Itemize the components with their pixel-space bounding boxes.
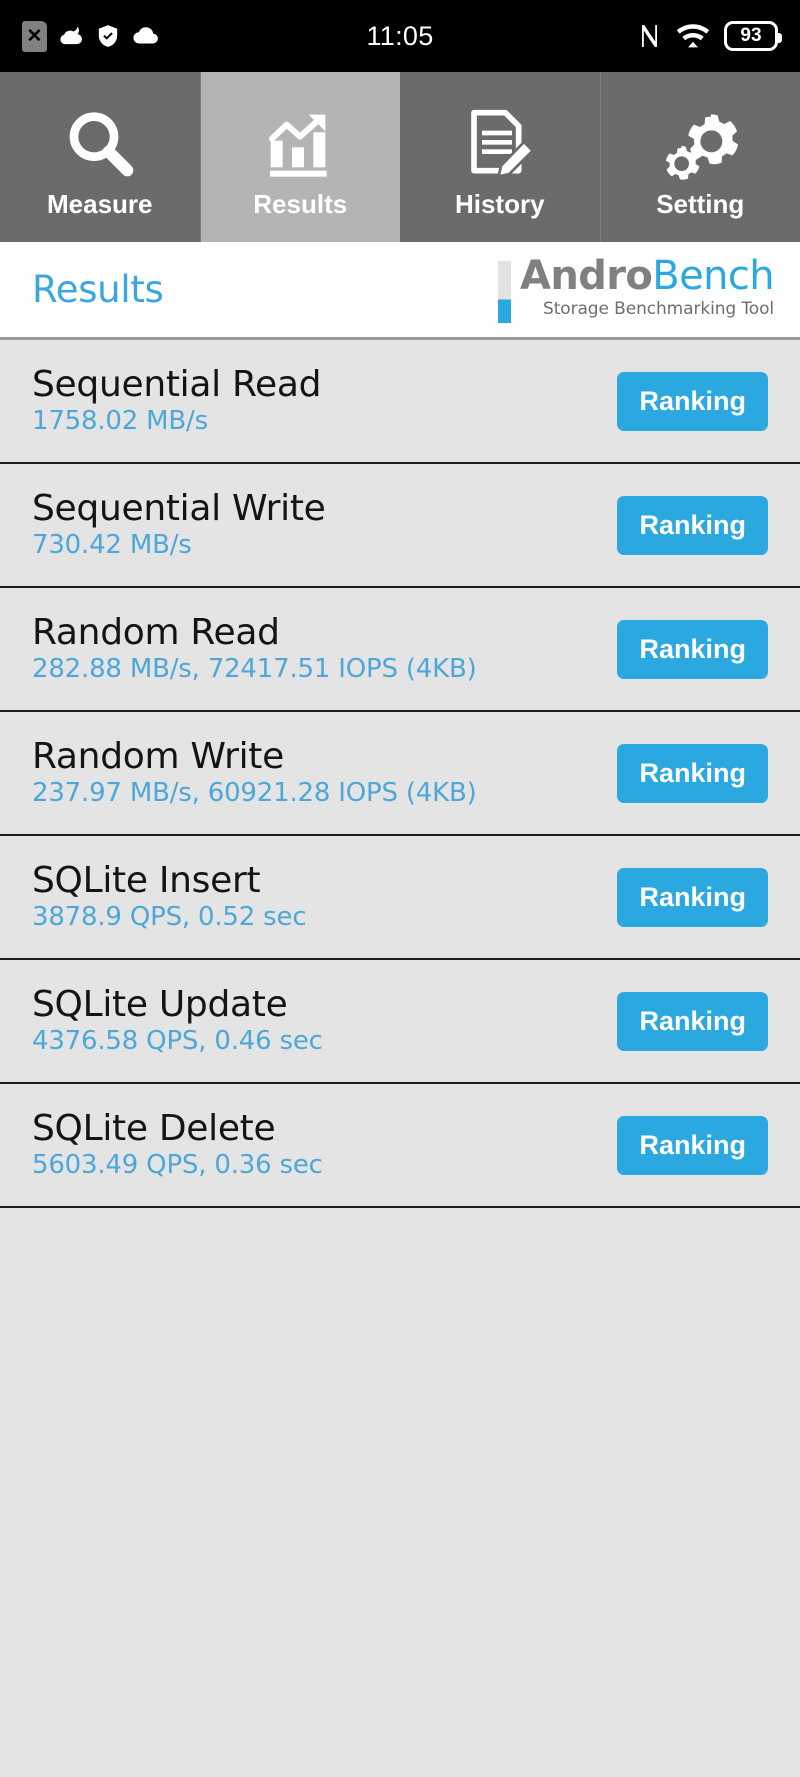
tab-results-label: Results xyxy=(253,188,348,219)
ranking-button[interactable]: Ranking xyxy=(617,743,768,803)
bar-chart-icon xyxy=(260,101,340,187)
tab-history[interactable]: History xyxy=(400,72,601,242)
tab-measure-label: Measure xyxy=(47,188,153,219)
result-title: SQLite Insert xyxy=(32,860,261,902)
row-texts: Sequential Read 1758.02 MB/s xyxy=(32,364,322,437)
battery-icon: 93 xyxy=(724,21,782,51)
row-texts: SQLite Update 4376.58 QPS, 0.46 sec xyxy=(32,986,323,1055)
document-pencil-icon xyxy=(460,101,540,187)
ranking-button[interactable]: Ranking xyxy=(617,495,768,555)
page-header: Results AndroBench Storage Benchmarking … xyxy=(0,242,800,340)
table-row[interactable]: Sequential Read 1758.02 MB/s Ranking xyxy=(0,340,800,464)
tab-bar: Measure Results History Setting xyxy=(0,72,800,242)
result-title: SQLite Update xyxy=(32,984,288,1026)
row-texts: SQLite Delete 5603.49 QPS, 0.36 sec xyxy=(32,1110,323,1179)
result-value: 1758.02 MB/s xyxy=(32,406,208,437)
androbench-logo: AndroBench Storage Benchmarking Tool xyxy=(497,256,775,323)
table-row[interactable]: SQLite Update 4376.58 QPS, 0.46 sec Rank… xyxy=(0,960,800,1084)
result-title: SQLite Delete xyxy=(32,1108,276,1150)
table-row[interactable]: SQLite Delete 5603.49 QPS, 0.36 sec Rank… xyxy=(0,1084,800,1208)
status-bar: ✕ 11:05 93 xyxy=(0,0,800,72)
ranking-button[interactable]: Ranking xyxy=(617,619,768,679)
result-value: 4376.58 QPS, 0.46 sec xyxy=(32,1026,323,1057)
result-title: Random Write xyxy=(32,736,284,778)
ranking-button[interactable]: Ranking xyxy=(617,867,768,927)
result-value: 3878.9 QPS, 0.52 sec xyxy=(32,902,307,933)
ranking-button[interactable]: Ranking xyxy=(617,991,768,1051)
logo-text: AndroBench Storage Benchmarking Tool xyxy=(520,256,775,319)
ranking-button[interactable]: Ranking xyxy=(617,371,768,431)
result-title: Random Read xyxy=(32,612,280,654)
logo-andro-part: Andro xyxy=(519,252,653,299)
result-value: 5603.49 QPS, 0.36 sec xyxy=(32,1150,323,1181)
result-value: 730.42 MB/s xyxy=(32,530,192,561)
gears-icon xyxy=(660,101,740,187)
logo-accent-bar xyxy=(497,260,511,323)
status-bar-clock: 11:05 xyxy=(366,20,434,51)
tab-setting-label: Setting xyxy=(656,188,745,219)
table-row[interactable]: SQLite Insert 3878.9 QPS, 0.52 sec Ranki… xyxy=(0,836,800,960)
tab-results[interactable]: Results xyxy=(200,72,400,242)
row-texts: Random Write 237.97 MB/s, 60921.28 IOPS … xyxy=(32,738,477,807)
row-texts: Sequential Write 730.42 MB/s xyxy=(32,490,326,559)
results-list: Sequential Read 1758.02 MB/s Ranking Seq… xyxy=(0,340,800,1777)
result-value: 282.88 MB/s, 72417.51 IOPS (4KB) xyxy=(32,654,477,685)
tab-setting[interactable]: Setting xyxy=(600,72,800,242)
magnifier-icon xyxy=(60,101,140,187)
row-texts: Random Read 282.88 MB/s, 72417.51 IOPS (… xyxy=(32,614,477,683)
result-title: Sequential Read xyxy=(32,364,322,406)
logo-subtitle: Storage Benchmarking Tool xyxy=(543,298,774,319)
row-texts: SQLite Insert 3878.9 QPS, 0.52 sec xyxy=(32,860,307,933)
app-window: ✕ 11:05 93 Measure Results History Setti… xyxy=(0,0,800,1777)
logo-bench-part: Bench xyxy=(652,252,774,299)
table-row[interactable]: Sequential Write 730.42 MB/s Ranking xyxy=(0,464,800,588)
tab-measure[interactable]: Measure xyxy=(0,72,201,242)
result-value: 237.97 MB/s, 60921.28 IOPS (4KB) xyxy=(32,778,477,809)
ranking-button[interactable]: Ranking xyxy=(617,1115,768,1175)
table-row[interactable]: Random Write 237.97 MB/s, 60921.28 IOPS … xyxy=(0,712,800,836)
battery-percent-label: 93 xyxy=(740,25,762,46)
logo-wordmark: AndroBench xyxy=(520,256,775,296)
tab-history-label: History xyxy=(454,188,545,219)
page-title: Results xyxy=(32,268,164,311)
table-row[interactable]: Random Read 282.88 MB/s, 72417.51 IOPS (… xyxy=(0,588,800,712)
result-title: Sequential Write xyxy=(32,488,326,530)
